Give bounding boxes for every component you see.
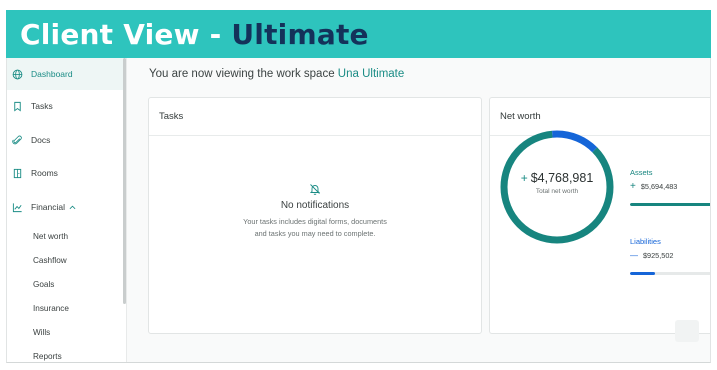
- door-icon: [12, 168, 23, 179]
- paperclip-icon: [12, 135, 23, 146]
- assets-bar-fill: [630, 203, 710, 206]
- assets-value-row: + $5,694,483: [630, 181, 678, 192]
- networth-total-value: $4,768,981: [530, 171, 594, 185]
- workspace-prefix: You are now viewing the work space: [149, 68, 338, 80]
- app-window: Dashboard Tasks Docs Rooms Financial Net…: [6, 58, 711, 363]
- networth-card-title: Net worth: [500, 111, 541, 122]
- sidebar-item-rooms[interactable]: Rooms: [7, 157, 123, 189]
- empty-state-description: Your tasks includes digital forms, docum…: [243, 217, 387, 238]
- bookmark-icon: [12, 101, 23, 112]
- bell-off-icon: [309, 184, 321, 195]
- liabilities-value: $925,502: [643, 251, 674, 260]
- sidebar-item-dashboard[interactable]: Dashboard: [7, 58, 123, 90]
- banner-title-part2: Ultimate: [231, 17, 369, 51]
- sidebar-subitem-insurance[interactable]: Insurance: [33, 304, 69, 313]
- trend-chart-icon: [12, 202, 23, 213]
- assets-value: $5,694,483: [640, 182, 678, 191]
- banner-title: Client View - Ultimate: [20, 18, 369, 51]
- sidebar-item-label: Docs: [31, 135, 51, 145]
- sidebar-subitem-reports[interactable]: Reports: [33, 352, 62, 361]
- assets-bar: [630, 203, 710, 206]
- sidebar-subitem-goals[interactable]: Goals: [33, 280, 54, 289]
- tasks-card-header: Tasks: [149, 98, 481, 136]
- liabilities-bar-fill: [630, 272, 655, 275]
- empty-state-title: No notifications: [280, 200, 350, 211]
- liabilities-label: Liabilities: [630, 237, 661, 246]
- sidebar-subitem-cashflow[interactable]: Cashflow: [33, 256, 67, 265]
- workspace-name[interactable]: Una Ultimate: [338, 68, 404, 80]
- floating-action-placeholder[interactable]: [675, 320, 699, 342]
- banner-title-part1: Client View -: [20, 17, 232, 51]
- globe-icon: [12, 69, 23, 80]
- liabilities-bar: [630, 272, 710, 275]
- header-banner: Client View - Ultimate: [6, 10, 711, 58]
- sidebar-item-label: Tasks: [31, 101, 53, 111]
- sidebar-item-label: Dashboard: [31, 69, 73, 79]
- sidebar-subitem-wills[interactable]: Wills: [33, 328, 50, 337]
- sidebar-item-tasks[interactable]: Tasks: [7, 90, 123, 122]
- tasks-empty-state: No notifications Your tasks includes dig…: [149, 182, 481, 240]
- sidebar-item-label: Rooms: [31, 168, 58, 178]
- liabilities-sign: —: [630, 251, 638, 260]
- assets-label: Assets: [630, 168, 653, 177]
- sidebar-item-docs[interactable]: Docs: [7, 124, 123, 156]
- sidebar: Dashboard Tasks Docs Rooms Financial Net…: [7, 58, 126, 362]
- plus-icon: +: [520, 171, 528, 185]
- sidebar-item-label: Financial: [31, 202, 66, 212]
- networth-total-label: Total net worth: [535, 188, 579, 195]
- networth-card: Net worth + $4,768,981 Total net worth As…: [489, 97, 710, 334]
- assets-sign: +: [630, 181, 636, 192]
- workspace-banner: You are now viewing the work space Una U…: [149, 68, 404, 80]
- main-content: You are now viewing the work space Una U…: [127, 58, 710, 362]
- sidebar-item-financial[interactable]: Financial: [7, 191, 123, 223]
- liabilities-value-row: — $925,502: [630, 251, 673, 260]
- tasks-card: Tasks No notifications Your tasks includ…: [148, 97, 482, 334]
- chevron-up-icon[interactable]: [69, 204, 76, 211]
- tasks-card-title: Tasks: [159, 111, 184, 122]
- sidebar-subitem-net-worth[interactable]: Net worth: [33, 232, 68, 241]
- networth-total: + $4,768,981 Total net worth: [497, 171, 617, 195]
